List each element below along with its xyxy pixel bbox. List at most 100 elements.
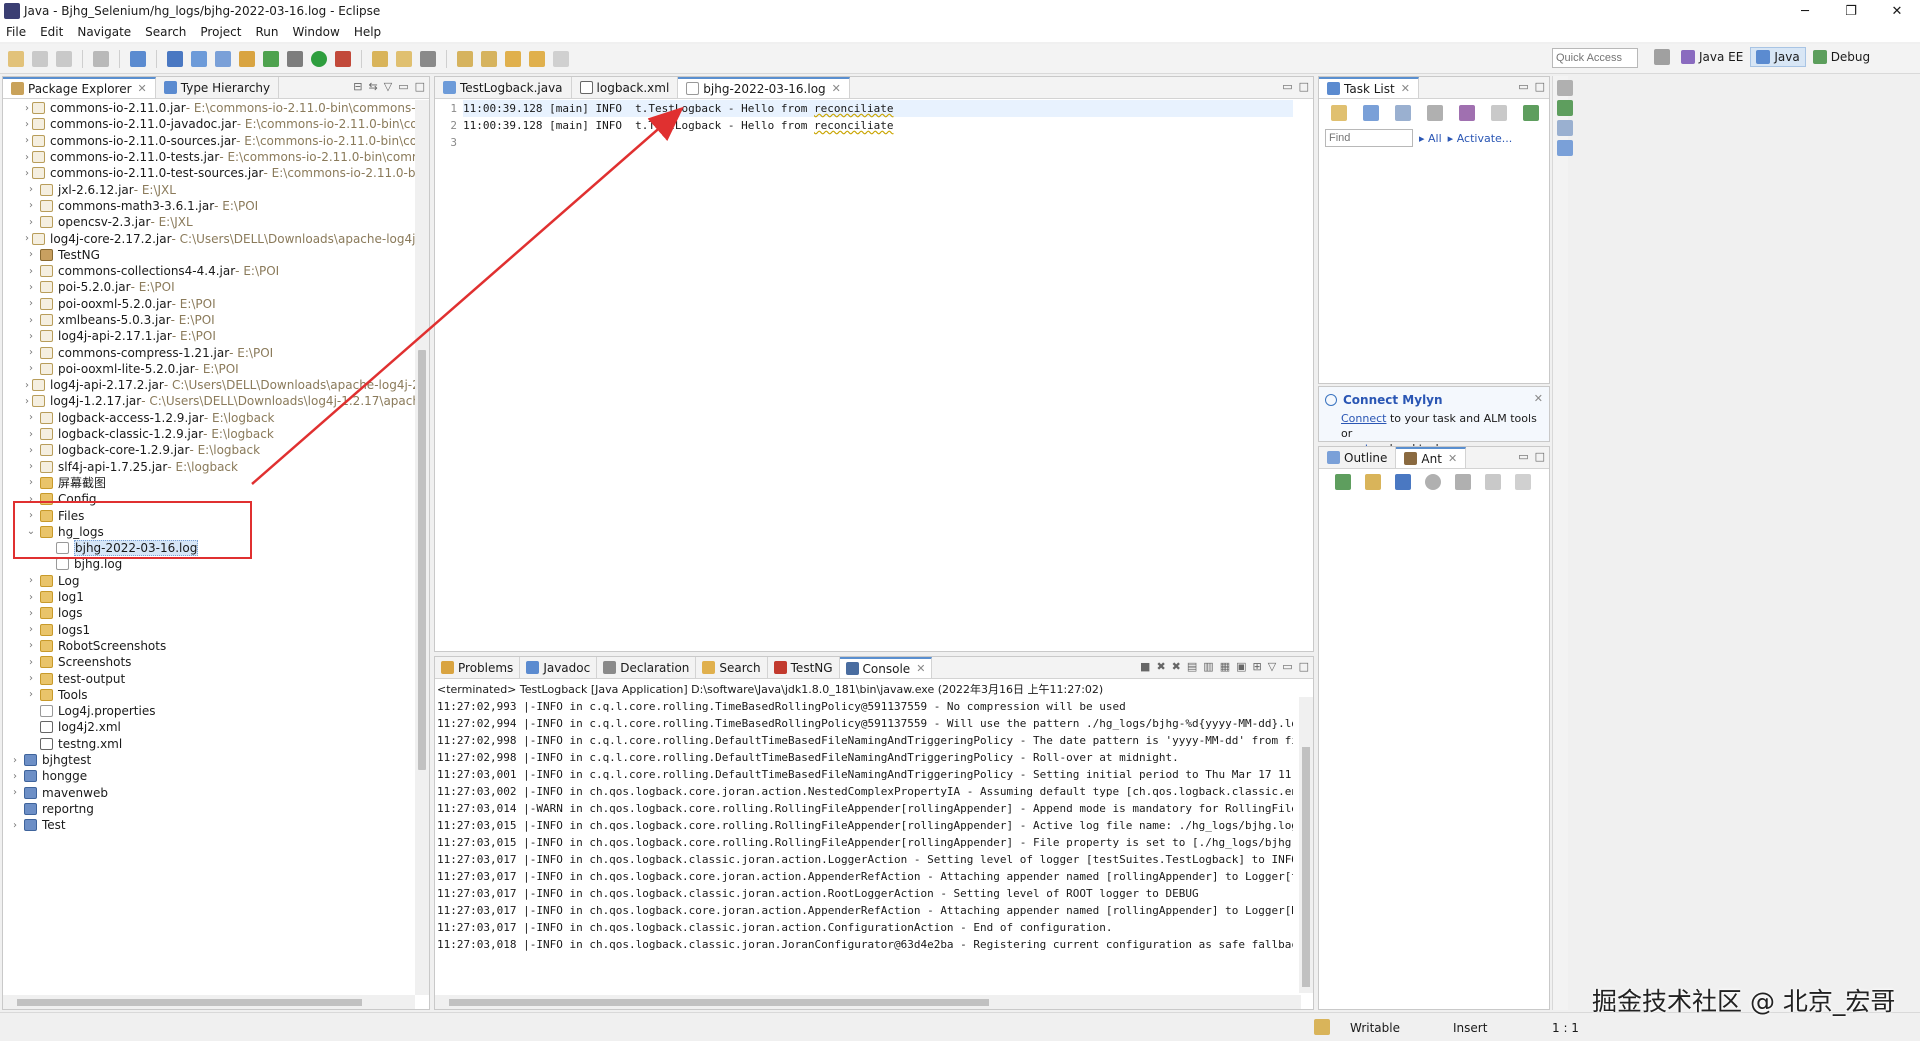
tab-package-explorer[interactable]: Package Explorer ✕ bbox=[3, 77, 156, 98]
view-menu-icon[interactable]: ▽ bbox=[384, 80, 392, 93]
skip-breakpoints-icon[interactable] bbox=[167, 50, 183, 67]
tree-item[interactable]: reportng bbox=[3, 801, 415, 817]
expand-chevron-icon[interactable]: › bbox=[9, 755, 21, 766]
quick-access-input[interactable] bbox=[1552, 48, 1638, 68]
console-toggle-icon[interactable] bbox=[130, 50, 146, 67]
tab-declaration[interactable]: Declaration bbox=[597, 657, 697, 678]
remove-all-icon[interactable]: ✖ bbox=[1172, 660, 1181, 673]
expand-chevron-icon[interactable]: › bbox=[25, 331, 37, 342]
tab-type-hierarchy[interactable]: Type Hierarchy bbox=[156, 77, 280, 98]
expand-chevron-icon[interactable]: › bbox=[9, 771, 21, 782]
expand-chevron-icon[interactable]: › bbox=[25, 396, 29, 407]
collapse-icon[interactable] bbox=[1515, 474, 1531, 490]
remove-launch-icon[interactable]: ✖ bbox=[1156, 660, 1165, 673]
tree-item[interactable]: › xmlbeans-5.0.3.jar - E:\POI bbox=[3, 312, 415, 328]
menu-window[interactable]: Window bbox=[292, 25, 339, 39]
expand-chevron-icon[interactable]: › bbox=[25, 657, 37, 668]
categorized-icon[interactable] bbox=[1363, 105, 1379, 121]
tree-item[interactable]: › log4j-api-2.17.2.jar - C:\Users\DELL\Do… bbox=[3, 377, 415, 393]
expand-chevron-icon[interactable]: › bbox=[25, 347, 37, 358]
next-annotation-icon[interactable] bbox=[457, 50, 473, 67]
expand-chevron-icon[interactable]: › bbox=[25, 152, 29, 163]
menu-run[interactable]: Run bbox=[255, 25, 278, 39]
hierarchy-icon[interactable] bbox=[1557, 120, 1573, 136]
collapse-all-icon[interactable] bbox=[1491, 105, 1507, 121]
minimize-view-icon[interactable]: ▭ bbox=[1518, 80, 1528, 93]
menu-project[interactable]: Project bbox=[200, 25, 241, 39]
debug-icon[interactable] bbox=[287, 50, 303, 67]
expand-chevron-icon[interactable]: › bbox=[25, 217, 37, 228]
clear-console-icon[interactable]: ▤ bbox=[1187, 660, 1197, 673]
expand-chevron-icon[interactable]: › bbox=[25, 184, 37, 195]
expand-chevron-icon[interactable]: › bbox=[25, 461, 37, 472]
expand-chevron-icon[interactable]: › bbox=[25, 363, 37, 374]
previous-annotation-icon[interactable] bbox=[481, 50, 497, 67]
connect-link[interactable]: Connect bbox=[1341, 412, 1386, 425]
remove-icon[interactable] bbox=[1455, 474, 1471, 490]
forward-icon[interactable] bbox=[553, 50, 569, 67]
expand-chevron-icon[interactable]: › bbox=[25, 135, 29, 146]
close-icon[interactable]: ✕ bbox=[1448, 452, 1457, 465]
tree-item[interactable]: › poi-5.2.0.jar - E:\POI bbox=[3, 279, 415, 295]
menu-file[interactable]: File bbox=[6, 25, 26, 39]
tree-item[interactable]: › TestNG bbox=[3, 247, 415, 263]
terminate-icon[interactable]: ■ bbox=[1140, 660, 1150, 673]
expand-chevron-icon[interactable]: › bbox=[25, 119, 29, 130]
expand-chevron-icon[interactable]: › bbox=[9, 787, 21, 798]
tree-item[interactable]: testng.xml bbox=[3, 736, 415, 752]
tree-item[interactable]: › commons-io-2.11.0-tests.jar - E:\common… bbox=[3, 149, 415, 165]
open-perspective-icon[interactable] bbox=[1654, 49, 1670, 65]
tab-testng[interactable]: TestNG bbox=[768, 657, 840, 678]
new-icon[interactable] bbox=[8, 50, 24, 67]
tab-ant[interactable]: Ant ✕ bbox=[1396, 447, 1467, 468]
print-icon[interactable] bbox=[93, 50, 109, 67]
view-menu-icon[interactable]: ▽ bbox=[1268, 660, 1276, 673]
tree-item[interactable]: › log4j-1.2.17.jar - C:\Users\DELL\Downlo… bbox=[3, 393, 415, 409]
tab-testlogback-java[interactable]: TestLogback.java bbox=[435, 77, 572, 98]
tree-item[interactable]: › logback-core-1.2.9.jar - E:\logback bbox=[3, 442, 415, 458]
expand-chevron-icon[interactable]: › bbox=[25, 429, 37, 440]
new-task-icon[interactable] bbox=[1331, 105, 1347, 121]
perspective-java[interactable]: Java bbox=[1750, 47, 1806, 67]
tree-item[interactable]: › logback-access-1.2.9.jar - E:\logback bbox=[3, 410, 415, 426]
task-find-input[interactable] bbox=[1325, 129, 1413, 147]
refresh-icon[interactable] bbox=[263, 50, 279, 67]
close-icon[interactable]: ✕ bbox=[138, 82, 147, 95]
link-with-editor-icon[interactable]: ⇆ bbox=[369, 80, 378, 93]
tree-item[interactable]: › logback-classic-1.2.9.jar - E:\logback bbox=[3, 426, 415, 442]
expand-chevron-icon[interactable]: › bbox=[25, 575, 37, 586]
tree-item[interactable]: › commons-io-2.11.0-javadoc.jar - E:\comm… bbox=[3, 116, 415, 132]
new-java-project-icon[interactable] bbox=[191, 50, 207, 67]
tree-item[interactable]: › Tools bbox=[3, 687, 415, 703]
close-icon[interactable]: ✕ bbox=[916, 662, 925, 675]
menu-search[interactable]: Search bbox=[145, 25, 186, 39]
add-buildfile-icon[interactable] bbox=[1335, 474, 1351, 490]
tree-item[interactable]: › slf4j-api-1.7.25.jar - E:\logback bbox=[3, 459, 415, 475]
expand-chevron-icon[interactable]: › bbox=[25, 640, 37, 651]
expand-chevron-icon[interactable]: › bbox=[25, 249, 37, 260]
tree-item[interactable]: › logs bbox=[3, 605, 415, 621]
tree-item[interactable]: › log4j-api-2.17.1.jar - E:\POI bbox=[3, 328, 415, 344]
text-editor[interactable]: 11:00:39.128 [main] INFO t.TestLogback -… bbox=[463, 100, 1293, 628]
menu-edit[interactable]: Edit bbox=[40, 25, 63, 39]
scheduled-icon[interactable] bbox=[1395, 105, 1411, 121]
minimize-view-icon[interactable]: ▭ bbox=[1282, 660, 1292, 673]
maximize-view-icon[interactable]: □ bbox=[415, 80, 425, 93]
tab-problems[interactable]: Problems bbox=[435, 657, 521, 678]
save-icon[interactable] bbox=[32, 50, 48, 67]
package-explorer-horizontal-scrollbar[interactable] bbox=[3, 995, 415, 1009]
search-buildfile-icon[interactable] bbox=[1365, 474, 1381, 490]
last-edit-location-icon[interactable] bbox=[505, 50, 521, 67]
expand-chevron-icon[interactable]: › bbox=[9, 820, 21, 831]
minimize-view-icon[interactable]: ▭ bbox=[1518, 450, 1528, 463]
maximize-view-icon[interactable]: □ bbox=[1299, 660, 1309, 673]
expand-chevron-icon[interactable]: › bbox=[25, 315, 37, 326]
expand-chevron-icon[interactable]: › bbox=[25, 673, 37, 684]
synchronize-icon[interactable] bbox=[1523, 105, 1539, 121]
expand-chevron-icon[interactable]: › bbox=[25, 689, 37, 700]
maximize-view-icon[interactable]: □ bbox=[1535, 80, 1545, 93]
expand-chevron-icon[interactable]: › bbox=[25, 412, 37, 423]
expand-chevron-icon[interactable]: › bbox=[25, 168, 29, 179]
overview-icon[interactable] bbox=[1557, 140, 1573, 156]
console-vertical-scrollbar[interactable] bbox=[1299, 697, 1313, 993]
